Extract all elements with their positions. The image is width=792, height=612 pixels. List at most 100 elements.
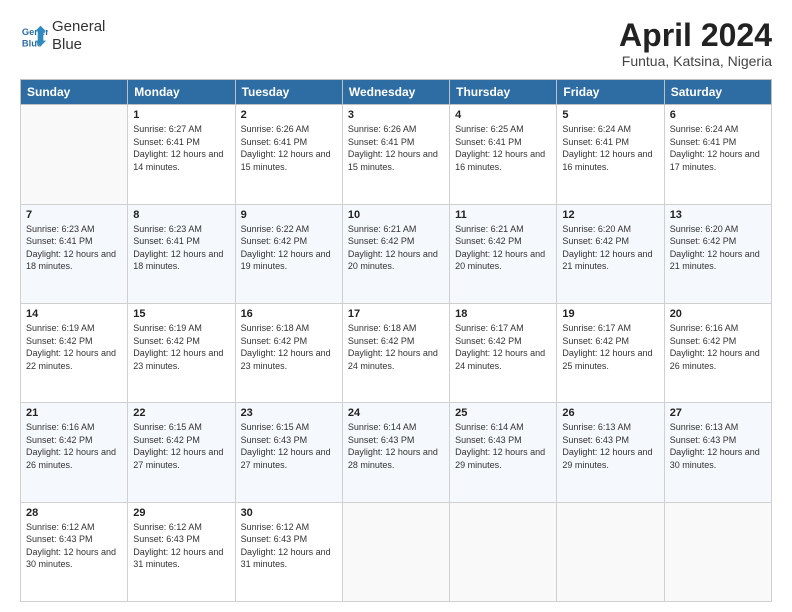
day-number: 1 <box>133 109 229 121</box>
calendar-day-cell: 17 Sunrise: 6:18 AMSunset: 6:42 PMDayligh… <box>342 303 449 402</box>
calendar-day-cell: 9 Sunrise: 6:22 AMSunset: 6:42 PMDaylight… <box>235 204 342 303</box>
calendar-day-cell <box>557 502 664 601</box>
day-number: 9 <box>241 209 337 221</box>
calendar-day-cell: 6Sunrise: 6:24 AMSunset: 6:41 PMDaylight… <box>664 105 771 204</box>
calendar-subtitle: Funtua, Katsina, Nigeria <box>619 53 772 69</box>
calendar-day-cell: 19Sunrise: 6:17 AMSunset: 6:42 PMDayligh… <box>557 303 664 402</box>
day-number: 21 <box>26 407 122 419</box>
day-info: Sunrise: 6:27 AMSunset: 6:41 PMDaylight:… <box>133 123 229 173</box>
day-info: Sunrise: 6:15 AMSunset: 6:43 PMDaylight:… <box>241 421 337 471</box>
weekday-header: Tuesday <box>235 80 342 105</box>
calendar-day-cell <box>342 502 449 601</box>
day-number: 12 <box>562 209 658 221</box>
day-info: Sunrise: 6:13 AMSunset: 6:43 PMDaylight:… <box>670 421 766 471</box>
calendar-day-cell: 12 Sunrise: 6:20 AMSunset: 6:42 PMDayligh… <box>557 204 664 303</box>
weekday-header: Friday <box>557 80 664 105</box>
day-info: Sunrise: 6:12 AMSunset: 6:43 PMDaylight:… <box>26 521 122 571</box>
day-info: Sunrise: 6:14 AMSunset: 6:43 PMDaylight:… <box>348 421 444 471</box>
day-number: 13 <box>670 209 766 221</box>
day-number: 18 <box>455 308 551 320</box>
calendar-day-cell: 5Sunrise: 6:24 AMSunset: 6:41 PMDaylight… <box>557 105 664 204</box>
calendar-day-cell: 20 Sunrise: 6:16 AMSunset: 6:42 PMDayligh… <box>664 303 771 402</box>
calendar-day-cell: 3 Sunrise: 6:26 AMSunset: 6:41 PMDaylight… <box>342 105 449 204</box>
day-number: 3 <box>348 109 444 121</box>
day-number: 30 <box>241 507 337 519</box>
calendar-day-cell: 26 Sunrise: 6:13 AMSunset: 6:43 PMDayligh… <box>557 403 664 502</box>
day-number: 22 <box>133 407 229 419</box>
calendar-day-cell: 7Sunrise: 6:23 AMSunset: 6:41 PMDaylight… <box>21 204 128 303</box>
day-number: 23 <box>241 407 337 419</box>
day-info: Sunrise: 6:25 AMSunset: 6:41 PMDaylight:… <box>455 123 551 173</box>
calendar-week-row: 7Sunrise: 6:23 AMSunset: 6:41 PMDaylight… <box>21 204 772 303</box>
weekday-header: Wednesday <box>342 80 449 105</box>
day-info: Sunrise: 6:26 AMSunset: 6:41 PMDaylight:… <box>348 123 444 173</box>
day-number: 28 <box>26 507 122 519</box>
calendar-day-cell <box>21 105 128 204</box>
calendar-day-cell: 28 Sunrise: 6:12 AMSunset: 6:43 PMDayligh… <box>21 502 128 601</box>
day-info: Sunrise: 6:19 AMSunset: 6:42 PMDaylight:… <box>133 322 229 372</box>
day-number: 10 <box>348 209 444 221</box>
calendar-day-cell: 25Sunrise: 6:14 AMSunset: 6:43 PMDayligh… <box>450 403 557 502</box>
calendar-day-cell: 21 Sunrise: 6:16 AMSunset: 6:42 PMDayligh… <box>21 403 128 502</box>
calendar-day-cell: 8 Sunrise: 6:23 AMSunset: 6:41 PMDaylight… <box>128 204 235 303</box>
page: General Blue General Blue April 2024 Fun… <box>0 0 792 612</box>
day-info: Sunrise: 6:16 AMSunset: 6:42 PMDaylight:… <box>670 322 766 372</box>
weekday-header-row: SundayMondayTuesdayWednesdayThursdayFrid… <box>21 80 772 105</box>
calendar-day-cell: 29 Sunrise: 6:12 AMSunset: 6:43 PMDayligh… <box>128 502 235 601</box>
day-number: 14 <box>26 308 122 320</box>
calendar-day-cell: 1 Sunrise: 6:27 AMSunset: 6:41 PMDaylight… <box>128 105 235 204</box>
calendar-day-cell <box>450 502 557 601</box>
day-info: Sunrise: 6:18 AMSunset: 6:42 PMDaylight:… <box>348 322 444 372</box>
day-info: Sunrise: 6:20 AMSunset: 6:42 PMDaylight:… <box>562 223 658 273</box>
day-info: Sunrise: 6:22 AMSunset: 6:42 PMDaylight:… <box>241 223 337 273</box>
day-info: Sunrise: 6:12 AMSunset: 6:43 PMDaylight:… <box>241 521 337 571</box>
calendar-day-cell: 30 Sunrise: 6:12 AMSunset: 6:43 PMDayligh… <box>235 502 342 601</box>
calendar-day-cell: 27 Sunrise: 6:13 AMSunset: 6:43 PMDayligh… <box>664 403 771 502</box>
logo-text: General Blue <box>52 18 105 54</box>
day-info: Sunrise: 6:13 AMSunset: 6:43 PMDaylight:… <box>562 421 658 471</box>
day-number: 26 <box>562 407 658 419</box>
calendar-day-cell: 15Sunrise: 6:19 AMSunset: 6:42 PMDayligh… <box>128 303 235 402</box>
day-number: 17 <box>348 308 444 320</box>
day-info: Sunrise: 6:23 AMSunset: 6:41 PMDaylight:… <box>133 223 229 273</box>
day-info: Sunrise: 6:16 AMSunset: 6:42 PMDaylight:… <box>26 421 122 471</box>
calendar-day-cell: 16 Sunrise: 6:18 AMSunset: 6:42 PMDayligh… <box>235 303 342 402</box>
day-number: 16 <box>241 308 337 320</box>
calendar-day-cell: 2 Sunrise: 6:26 AMSunset: 6:41 PMDaylight… <box>235 105 342 204</box>
day-info: Sunrise: 6:21 AMSunset: 6:42 PMDaylight:… <box>455 223 551 273</box>
day-number: 20 <box>670 308 766 320</box>
calendar-day-cell: 14Sunrise: 6:19 AMSunset: 6:42 PMDayligh… <box>21 303 128 402</box>
day-info: Sunrise: 6:17 AMSunset: 6:42 PMDaylight:… <box>562 322 658 372</box>
calendar-day-cell: 23 Sunrise: 6:15 AMSunset: 6:43 PMDayligh… <box>235 403 342 502</box>
svg-text:General: General <box>22 27 48 37</box>
weekday-header: Thursday <box>450 80 557 105</box>
calendar-title: April 2024 <box>619 18 772 53</box>
calendar-day-cell: 22 Sunrise: 6:15 AMSunset: 6:42 PMDayligh… <box>128 403 235 502</box>
day-number: 24 <box>348 407 444 419</box>
calendar-day-cell: 13 Sunrise: 6:20 AMSunset: 6:42 PMDayligh… <box>664 204 771 303</box>
logo-line2: Blue <box>52 36 105 54</box>
weekday-header: Saturday <box>664 80 771 105</box>
day-number: 25 <box>455 407 551 419</box>
day-number: 27 <box>670 407 766 419</box>
day-info: Sunrise: 6:12 AMSunset: 6:43 PMDaylight:… <box>133 521 229 571</box>
title-block: April 2024 Funtua, Katsina, Nigeria <box>619 18 772 69</box>
day-info: Sunrise: 6:23 AMSunset: 6:41 PMDaylight:… <box>26 223 122 273</box>
day-info: Sunrise: 6:20 AMSunset: 6:42 PMDaylight:… <box>670 223 766 273</box>
calendar-day-cell: 4Sunrise: 6:25 AMSunset: 6:41 PMDaylight… <box>450 105 557 204</box>
day-info: Sunrise: 6:21 AMSunset: 6:42 PMDaylight:… <box>348 223 444 273</box>
day-info: Sunrise: 6:24 AMSunset: 6:41 PMDaylight:… <box>562 123 658 173</box>
weekday-header: Sunday <box>21 80 128 105</box>
day-number: 2 <box>241 109 337 121</box>
calendar-day-cell: 11 Sunrise: 6:21 AMSunset: 6:42 PMDayligh… <box>450 204 557 303</box>
calendar-day-cell: 18Sunrise: 6:17 AMSunset: 6:42 PMDayligh… <box>450 303 557 402</box>
calendar-week-row: 21 Sunrise: 6:16 AMSunset: 6:42 PMDayligh… <box>21 403 772 502</box>
calendar-week-row: 1 Sunrise: 6:27 AMSunset: 6:41 PMDaylight… <box>21 105 772 204</box>
day-info: Sunrise: 6:15 AMSunset: 6:42 PMDaylight:… <box>133 421 229 471</box>
day-number: 8 <box>133 209 229 221</box>
day-info: Sunrise: 6:18 AMSunset: 6:42 PMDaylight:… <box>241 322 337 372</box>
logo-line1: General <box>52 18 105 36</box>
day-number: 29 <box>133 507 229 519</box>
day-number: 11 <box>455 209 551 221</box>
day-info: Sunrise: 6:26 AMSunset: 6:41 PMDaylight:… <box>241 123 337 173</box>
